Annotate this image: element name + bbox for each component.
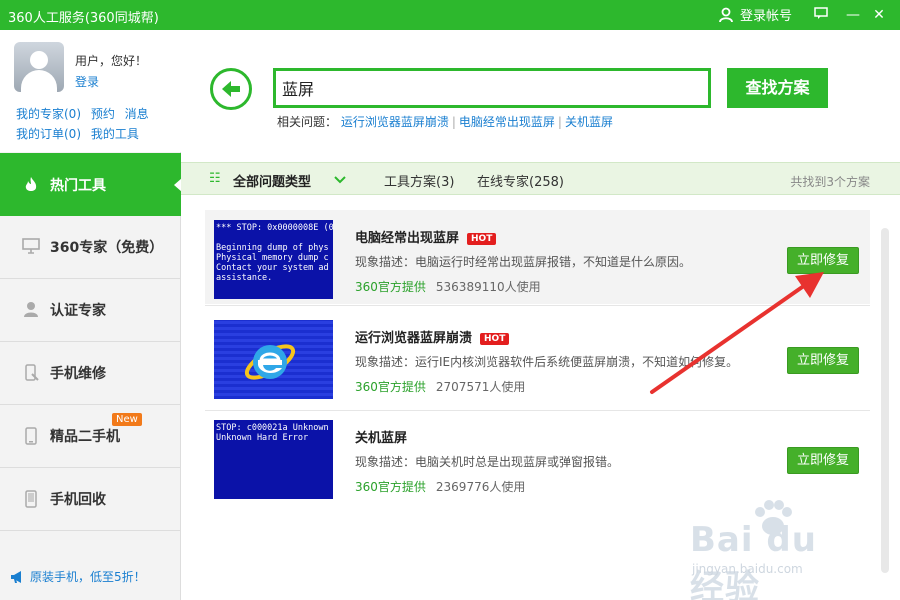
result-description: 现象描述：运行IE内核浏览器软件后系统便蓝屏崩溃，不知道如何修复。 [355,355,739,369]
result-provider: 360官方提供 [355,280,426,294]
find-solution-button[interactable]: 查找方案 [727,68,828,108]
result-users: 2369776人使用 [435,480,526,494]
result-title[interactable]: 运行浏览器蓝屏崩溃 HOT [355,327,510,346]
result-item: STOP: c000021a Unknown Unknown Hard Erro… [205,410,870,504]
tab-online-experts[interactable]: 在线专家(258) [477,171,564,190]
message-icon[interactable] [810,4,832,26]
avatar[interactable] [14,42,64,92]
fix-now-button[interactable]: 立即修复 [787,447,859,474]
arrow-left-icon [222,81,240,97]
my-tools-link[interactable]: 我的工具 [91,127,139,141]
related-link-frequent-bsod[interactable]: 电脑经常出现蓝屏 [459,115,555,129]
result-title-text: 运行浏览器蓝屏崩溃 [355,331,473,346]
my-orders-link[interactable]: 我的订单(0) [16,127,81,141]
result-title-text: 电脑经常出现蓝屏 [355,231,460,246]
list-icon: ☷ [209,171,221,186]
fire-icon [22,176,40,194]
user-greeting: 用户，您好！ [75,54,148,68]
login-link[interactable]: 登录 [75,73,99,90]
recycle-icon [22,490,40,508]
watermark-main: Bai du 经验 [690,520,817,600]
hot-badge: HOT [467,233,497,245]
search-input[interactable] [276,71,708,105]
sidebar-item-label: 手机维修 [50,366,106,382]
megaphone-icon [11,570,21,583]
result-users: 2707571人使用 [435,380,526,394]
back-button[interactable] [210,68,252,110]
result-thumbnail: *** STOP: 0x0000008E (0 Beginning dump o… [214,220,333,299]
appointment-link[interactable]: 预约 [91,107,115,121]
sidebar-item-label: 手机回收 [50,492,106,508]
result-description: 现象描述：电脑关机时总是出现蓝屏或弹窗报错。 [355,455,620,469]
sidebar-item-label: 热门工具 [50,177,106,194]
user-icon [719,7,733,22]
sidebar-item-phone-recycle[interactable]: 手机回收 [0,468,181,531]
baidu-watermark: Bai du 经验 jingyan.baidu.com [690,498,860,600]
repair-icon [22,364,40,382]
result-item: *** STOP: 0x0000008E (0 Beginning dump o… [205,210,870,304]
hot-badge: HOT [480,333,510,345]
sidebar-item-label: 认证专家 [50,303,106,319]
promo-text: 原装手机，低至5折！ [30,570,146,584]
sidebar-item-label: 360专家（免费） [50,240,164,256]
sidebar-item-hot-tools[interactable]: 热门工具 [0,153,182,216]
phone-icon [22,427,40,445]
related-label: 相关问题： [277,115,338,129]
person-icon [22,301,40,319]
related-link-shutdown-bsod[interactable]: 关机蓝屏 [565,115,613,129]
result-meta: 360官方提供 2707571人使用 [355,378,525,395]
new-badge: New [112,413,142,426]
login-account-label: 登录帐号 [740,9,793,24]
title-bar: 360人工服务(360同城帮) 登录帐号 — ✕ [0,0,900,30]
result-title[interactable]: 关机蓝屏 [355,427,407,446]
user-panel: 用户，您好！ 登录 我的专家(0) 预约 消息 我的订单(0) 我的工具 [0,30,181,152]
result-thumbnail [214,320,333,399]
chevron-down-icon[interactable] [333,168,347,190]
result-meta: 360官方提供 2369776人使用 [355,478,525,495]
promo-link[interactable]: 原装手机，低至5折！ [10,568,146,585]
minimize-icon[interactable]: — [842,4,864,26]
sidebar-item-360-expert[interactable]: 360专家（免费） [0,216,181,279]
sidebar-item-phone-repair[interactable]: 手机维修 [0,342,181,405]
search-box [273,68,711,108]
result-count: 共找到3个方案 [790,175,870,189]
result-title[interactable]: 电脑经常出现蓝屏 HOT [355,227,497,246]
watermark-sub: jingyan.baidu.com [692,562,803,576]
result-provider: 360官方提供 [355,380,426,394]
fix-now-button[interactable]: 立即修复 [787,247,859,274]
messages-link[interactable]: 消息 [125,107,149,121]
app-title: 360人工服务(360同城帮) [8,11,159,26]
all-problem-types-dropdown[interactable]: 全部问题类型 [233,171,311,190]
sidebar-item-certified-expert[interactable]: 认证专家 [0,279,181,342]
result-description: 现象描述：电脑运行时经常出现蓝屏报错，不知道是什么原因。 [355,255,692,269]
filter-bar: ☷ 全部问题类型 工具方案(3) 在线专家(258) 共找到3个方案 [181,162,900,195]
my-experts-link[interactable]: 我的专家(0) [16,107,81,121]
result-item: 运行浏览器蓝屏崩溃 HOT 现象描述：运行IE内核浏览器软件后系统便蓝屏崩溃，不知… [205,310,870,404]
scrollbar[interactable] [881,228,889,573]
user-links-row-2: 我的订单(0) 我的工具 [16,125,145,142]
result-provider: 360官方提供 [355,480,426,494]
related-questions: 相关问题： 运行浏览器蓝屏崩溃 | 电脑经常出现蓝屏 | 关机蓝屏 [277,115,613,129]
related-link-browser-bsod[interactable]: 运行浏览器蓝屏崩溃 [341,115,449,129]
result-title-text: 关机蓝屏 [355,431,408,446]
close-icon[interactable]: ✕ [868,4,890,26]
result-users: 536389110人使用 [435,280,541,294]
result-meta: 360官方提供 536389110人使用 [355,278,541,295]
fix-now-button[interactable]: 立即修复 [787,347,859,374]
sidebar: 用户，您好！ 登录 我的专家(0) 预约 消息 我的订单(0) 我的工具 热门工… [0,30,182,600]
result-thumbnail: STOP: c000021a Unknown Unknown Hard Erro… [214,420,333,499]
monitor-icon [22,238,40,256]
ie-logo-icon [244,344,296,380]
divider [205,305,870,306]
user-links-row-1: 我的专家(0) 预约 消息 [16,105,155,122]
tab-tool-solutions[interactable]: 工具方案(3) [384,171,454,190]
sidebar-item-used-phones[interactable]: 精品二手机 New [0,405,181,468]
sidebar-item-label: 精品二手机 [50,429,120,445]
login-account-button[interactable]: 登录帐号 [718,5,792,24]
